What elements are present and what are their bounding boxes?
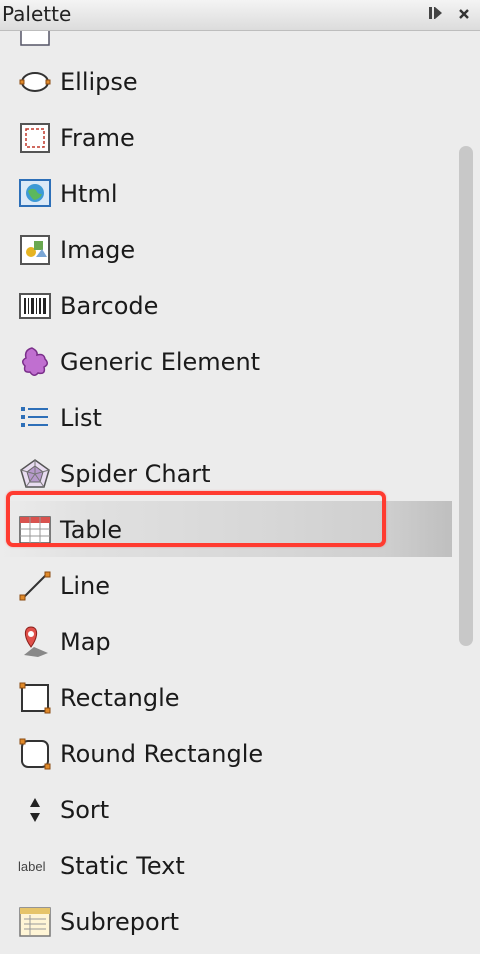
palette-item-sort[interactable]: Sort bbox=[0, 781, 452, 837]
palette-item-barcode[interactable]: Barcode bbox=[0, 277, 452, 333]
palette-item-list[interactable]: List bbox=[0, 389, 452, 445]
panel-title: Palette bbox=[2, 2, 72, 26]
palette-item-static-text[interactable]: label Static Text bbox=[0, 837, 452, 893]
svg-text:label: label bbox=[18, 859, 46, 874]
close-icon[interactable] bbox=[458, 6, 470, 24]
palette-title-bar: Palette bbox=[0, 0, 480, 31]
palette-item-subreport[interactable]: Subreport bbox=[0, 893, 452, 949]
palette-item-label: Rectangle bbox=[60, 684, 180, 712]
palette-item-image[interactable]: Image bbox=[0, 221, 452, 277]
spider-chart-icon bbox=[18, 457, 52, 491]
line-icon bbox=[18, 569, 52, 603]
palette-item-label: Image bbox=[60, 236, 136, 264]
round-rectangle-icon bbox=[18, 737, 52, 771]
palette-item-label: Subreport bbox=[60, 908, 179, 936]
palette-item-label: Static Text bbox=[60, 852, 185, 880]
palette-item-table[interactable]: Table bbox=[0, 501, 452, 557]
list-icon bbox=[18, 401, 52, 435]
table-icon bbox=[18, 513, 52, 547]
palette-item-label: Frame bbox=[60, 124, 135, 152]
map-icon bbox=[18, 625, 52, 659]
palette-item-ellipse[interactable]: Ellipse bbox=[0, 53, 452, 109]
palette-item-label: Barcode bbox=[60, 292, 159, 320]
palette-list: Ellipse Frame Html Image Barcode Generic… bbox=[0, 31, 452, 954]
palette-item-spider-chart[interactable]: Spider Chart bbox=[0, 445, 452, 501]
ellipse-icon bbox=[18, 65, 52, 99]
palette-item-map[interactable]: Map bbox=[0, 613, 452, 669]
barcode-icon bbox=[18, 289, 52, 323]
html-icon bbox=[18, 177, 52, 211]
palette-item-rectangle[interactable]: Rectangle bbox=[0, 669, 452, 725]
palette-item-label: Html bbox=[60, 180, 118, 208]
palette-item-label: Map bbox=[60, 628, 111, 656]
scrollbar-thumb[interactable] bbox=[459, 146, 473, 646]
sort-icon bbox=[18, 793, 52, 827]
palette-item-label: Line bbox=[60, 572, 111, 600]
palette-item-label: Ellipse bbox=[60, 68, 138, 96]
palette-item-generic-element[interactable]: Generic Element bbox=[0, 333, 452, 389]
palette-item-frame[interactable]: Frame bbox=[0, 109, 452, 165]
minimize-panel-icon[interactable] bbox=[428, 5, 444, 25]
crosstab-icon bbox=[18, 31, 52, 51]
palette-item-line[interactable]: Line bbox=[0, 557, 452, 613]
static-text-icon: label bbox=[18, 849, 52, 883]
palette-item-label: Generic Element bbox=[60, 348, 261, 376]
image-icon bbox=[18, 233, 52, 267]
subreport-icon bbox=[18, 905, 52, 939]
palette-item-label: Table bbox=[60, 516, 123, 544]
generic-element-icon bbox=[18, 345, 52, 379]
palette-item-label: Round Rectangle bbox=[60, 740, 264, 768]
palette-item-label: List bbox=[60, 404, 102, 432]
palette-item-label: Sort bbox=[60, 796, 110, 824]
vertical-scrollbar[interactable] bbox=[452, 31, 480, 954]
palette-item-label: Spider Chart bbox=[60, 460, 211, 488]
palette-item-html[interactable]: Html bbox=[0, 165, 452, 221]
palette-item-round-rectangle[interactable]: Round Rectangle bbox=[0, 725, 452, 781]
frame-icon bbox=[18, 121, 52, 155]
rectangle-icon bbox=[18, 681, 52, 715]
